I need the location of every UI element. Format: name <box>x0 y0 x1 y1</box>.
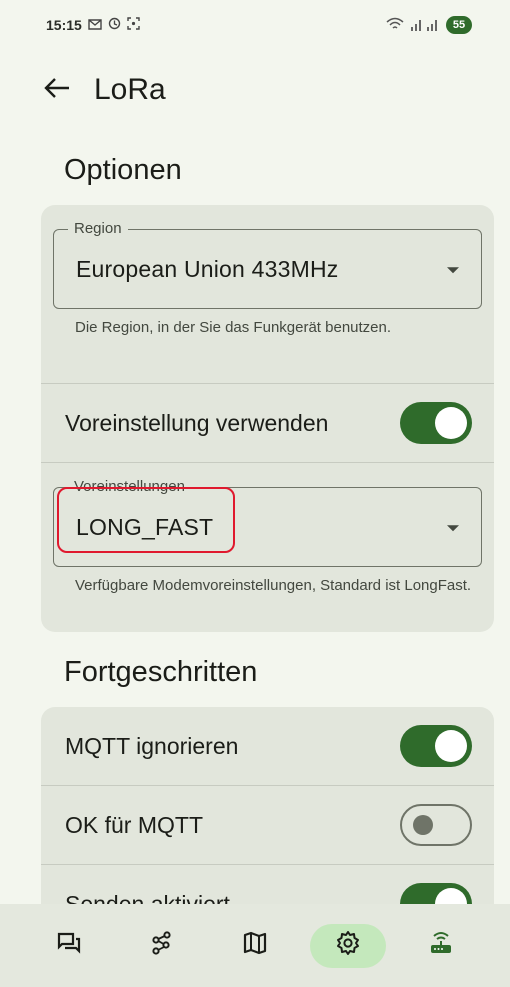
screenshot-icon <box>127 17 140 33</box>
top-app-bar: LoRa <box>0 62 510 118</box>
status-bar-left: 15:15 <box>46 17 140 33</box>
ok-for-mqtt-row[interactable]: OK für MQTT <box>41 786 494 864</box>
sync-icon <box>108 17 121 33</box>
region-helper-text: Die Region, in der Sie das Funkgerät ben… <box>75 319 392 336</box>
back-arrow-icon[interactable] <box>44 76 76 104</box>
messages-icon <box>56 930 82 961</box>
router-icon <box>428 930 454 961</box>
region-value: European Union 433MHz <box>76 255 339 282</box>
region-dropdown[interactable]: Region European Union 433MHz <box>53 220 482 309</box>
use-preset-label: Voreinstellung verwenden <box>65 409 329 436</box>
signal-icon <box>410 17 440 34</box>
nav-nodes[interactable] <box>124 924 200 968</box>
options-card: Region European Union 433MHz Die Region,… <box>41 205 494 632</box>
map-icon <box>242 930 268 961</box>
nav-settings[interactable] <box>310 923 387 968</box>
highlight-box <box>57 487 235 553</box>
nav-messages[interactable] <box>31 924 107 968</box>
bottom-navigation <box>0 904 510 987</box>
ok-for-mqtt-switch[interactable] <box>400 804 472 846</box>
mqtt-ignore-row[interactable]: MQTT ignorieren <box>41 707 494 785</box>
divider <box>41 462 494 463</box>
status-bar-right: 55 <box>386 16 472 34</box>
chevron-down-icon <box>447 525 459 532</box>
switch-thumb <box>435 407 467 439</box>
nodes-icon <box>149 930 175 961</box>
settings-icon <box>335 930 361 961</box>
section-title-options: Optionen <box>64 154 182 186</box>
region-field-wrap: Region European Union 433MHz <box>41 220 494 309</box>
status-bar: 15:15 55 <box>0 0 510 50</box>
nav-map[interactable] <box>217 924 293 968</box>
battery-indicator: 55 <box>446 16 472 34</box>
region-legend: Region <box>68 220 128 237</box>
page-title: LoRa <box>94 73 166 106</box>
switch-thumb <box>413 815 433 835</box>
wifi-icon <box>386 17 404 34</box>
switch-thumb <box>435 730 467 762</box>
use-preset-row[interactable]: Voreinstellung verwenden <box>41 384 494 462</box>
mqtt-ignore-switch[interactable] <box>400 725 472 767</box>
nav-connections[interactable] <box>403 924 479 968</box>
status-time: 15:15 <box>46 17 82 33</box>
section-title-advanced: Fortgeschritten <box>64 656 258 688</box>
use-preset-switch[interactable] <box>400 402 472 444</box>
ok-for-mqtt-label: OK für MQTT <box>65 811 203 838</box>
chevron-down-icon <box>447 267 459 274</box>
presets-helper-text: Verfügbare Modemvoreinstellungen, Standa… <box>75 577 472 594</box>
gmail-icon <box>88 18 102 33</box>
mqtt-ignore-label: MQTT ignorieren <box>65 732 239 759</box>
